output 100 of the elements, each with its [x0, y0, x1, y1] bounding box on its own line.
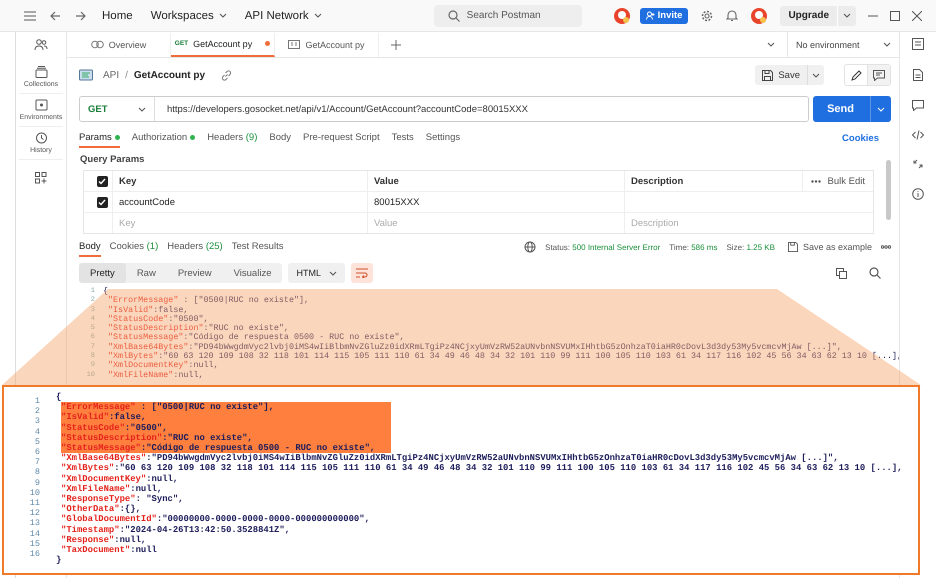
send-menu-button[interactable] [870, 96, 891, 122]
globe-icon[interactable] [524, 241, 536, 253]
save-button[interactable]: Save [755, 65, 807, 85]
code-line: "Response":null, [61, 534, 146, 546]
code-line: "XmlBase64Bytes":"PD94bWwgdmVyc2lvbj0iMS4wIiBlbmNvZGluZz0idXRmLTgiPz4NCjxyUmVzRW52aUNvbnNSVUMxIHhtbG5zOnhzaT0iaHR0cDovL3d3dy53My5vcmcvMjAw [...]", [61, 453, 839, 464]
line-number: 4 [34, 426, 40, 437]
table-cell: accountCode [119, 196, 175, 208]
invite-button[interactable]: Invite [640, 8, 688, 24]
document-icon[interactable] [913, 69, 923, 81]
search-icon [448, 10, 460, 22]
description-field[interactable]: Description [631, 218, 849, 228]
params-tab[interactable]: Headers (9) [207, 128, 258, 148]
line-number: 8 [34, 467, 40, 478]
checkbox[interactable] [96, 196, 108, 208]
menu-icon[interactable] [24, 10, 36, 20]
line-number: 1 [34, 396, 40, 406]
comment-icon[interactable] [912, 100, 924, 111]
value-field[interactable]: Value [374, 218, 599, 228]
send-button[interactable]: Send [813, 96, 870, 122]
code-line: "XmlFileName":null, [108, 370, 204, 380]
response-tab[interactable]: Headers (25) [167, 237, 223, 257]
nav-link[interactable]: Home [100, 10, 135, 22]
caret-icon[interactable] [767, 42, 775, 47]
line-number: 15 [28, 538, 40, 550]
view-mode-tab[interactable]: Visualize [222, 263, 282, 283]
breadcrumb-separator: / [125, 70, 128, 80]
code-line: "XmlDocumentKey":null, [61, 474, 178, 484]
grid-plus-icon[interactable] [35, 172, 47, 184]
column-header: Description [631, 176, 684, 186]
add-person-icon [646, 11, 655, 20]
http-icon [79, 69, 93, 81]
save-menu-button[interactable] [807, 65, 824, 85]
checkbox[interactable] [96, 176, 108, 186]
response-tab[interactable]: Cookies (1) [110, 237, 158, 257]
code-line: "StatusDescription":"RUC no existe", [108, 324, 289, 334]
cookies-link[interactable]: Cookies [842, 132, 879, 144]
maximize-icon[interactable] [890, 10, 900, 20]
code-line: "XmlBase64Bytes":"PD94bWwgdmVyc2lvbj0iMS4wIiBlbmNvZGluZz0idXRmLTgiPz4NCjxyUmVzRW52aUNvbnNSVUMxIHhtbG5zOnhzaT0iaHR0cDovL3d3dy53My5vcmcvMjAw [...]", [108, 342, 842, 352]
copy-icon[interactable] [836, 268, 847, 278]
forward-arrow-icon[interactable] [75, 10, 86, 20]
view-mode-tab[interactable]: Raw [126, 263, 167, 283]
history-icon [34, 132, 48, 144]
code-line: "XmlBytes":"60 63 120 109 108 32 118 101 114 115 105 111 110 61 34 49 46 48 34 32 101 110 99 111 100 105 110 103 61 34 117 116 102 45 56 34 63 62 13 10 [...], [61, 463, 902, 474]
params-tab[interactable]: Authorization [132, 128, 196, 148]
search-field[interactable]: Search Postman [434, 4, 582, 26]
line-number: 2 [34, 406, 40, 416]
response-tab[interactable]: Body [79, 237, 101, 257]
wrap-lines-icon [356, 268, 368, 278]
settings-icon[interactable] [700, 8, 714, 22]
caret-icon [328, 270, 337, 276]
table-cell: 80015XXX [374, 196, 420, 208]
code-icon[interactable] [912, 130, 924, 140]
caret-icon [883, 42, 891, 47]
avatar-icon[interactable] [750, 6, 768, 24]
nav-link[interactable]: Workspaces [148, 10, 229, 22]
back-arrow-icon[interactable] [50, 10, 61, 20]
code-line: { [103, 287, 108, 296]
link-icon[interactable] [221, 70, 232, 80]
code-line: "XmlBytes":"60 63 120 109 108 32 118 101 114 115 105 111 110 61 34 49 46 48 34 32 101 110 99 111 100 105 110 103 61 34 117 116 102 45 56 34 63 62 13 10 [...], [108, 352, 902, 362]
section-title: Query Params [80, 154, 146, 165]
view-mode-tab[interactable]: Pretty [79, 263, 126, 283]
plus-icon[interactable] [391, 40, 401, 50]
response-meta: Size: 1.25 KB [726, 242, 775, 252]
close-icon[interactable] [912, 10, 922, 20]
view-mode-tab[interactable]: Preview [166, 263, 223, 283]
caret-icon [877, 106, 885, 112]
arrows-icon[interactable] [913, 159, 923, 169]
line-number: 14 [28, 528, 40, 539]
wrap-lines-button[interactable] [350, 263, 373, 283]
response-meta: Time: 586 ms [669, 242, 718, 252]
bulk-edit-button[interactable]: Bulk Edit [802, 171, 873, 191]
more-icon[interactable] [881, 245, 891, 249]
line-number: 6 [34, 447, 40, 458]
params-tab[interactable]: Tests [392, 128, 414, 148]
environment-select[interactable]: No environment [787, 32, 899, 57]
save-example-button[interactable]: Save as example [788, 242, 872, 252]
column-header: Value [374, 176, 399, 186]
bell-icon[interactable] [726, 9, 738, 22]
code-line: "ResponseType": "Sync", [61, 494, 184, 504]
key-field[interactable]: Key [119, 218, 342, 228]
search-icon[interactable] [869, 267, 881, 279]
settings-panel-icon[interactable] [912, 38, 924, 50]
params-tab[interactable]: Params [79, 128, 120, 148]
params-tab[interactable]: Pre-request Script [303, 128, 380, 148]
avatar-icon[interactable] [612, 6, 631, 24]
breadcrumb-link[interactable]: API [103, 70, 120, 80]
line-number: 16 [28, 549, 40, 560]
response-tab[interactable]: Test Results [232, 237, 284, 257]
params-tab[interactable]: Settings [426, 128, 460, 148]
request-tab[interactable]: GetAccount py [275, 32, 379, 56]
format-select[interactable]: HTML [288, 263, 345, 283]
params-tab[interactable]: Body [269, 128, 292, 148]
scrollbar[interactable] [886, 160, 891, 220]
info-icon[interactable] [912, 188, 924, 200]
request-tab[interactable]: Overview [67, 32, 171, 56]
nav-link[interactable]: API Network [242, 10, 324, 22]
line-number: 10 [28, 488, 40, 498]
code-line: "TaxDocument":null [61, 545, 157, 556]
line-number: 9 [34, 478, 40, 488]
people-icon[interactable] [34, 39, 48, 51]
